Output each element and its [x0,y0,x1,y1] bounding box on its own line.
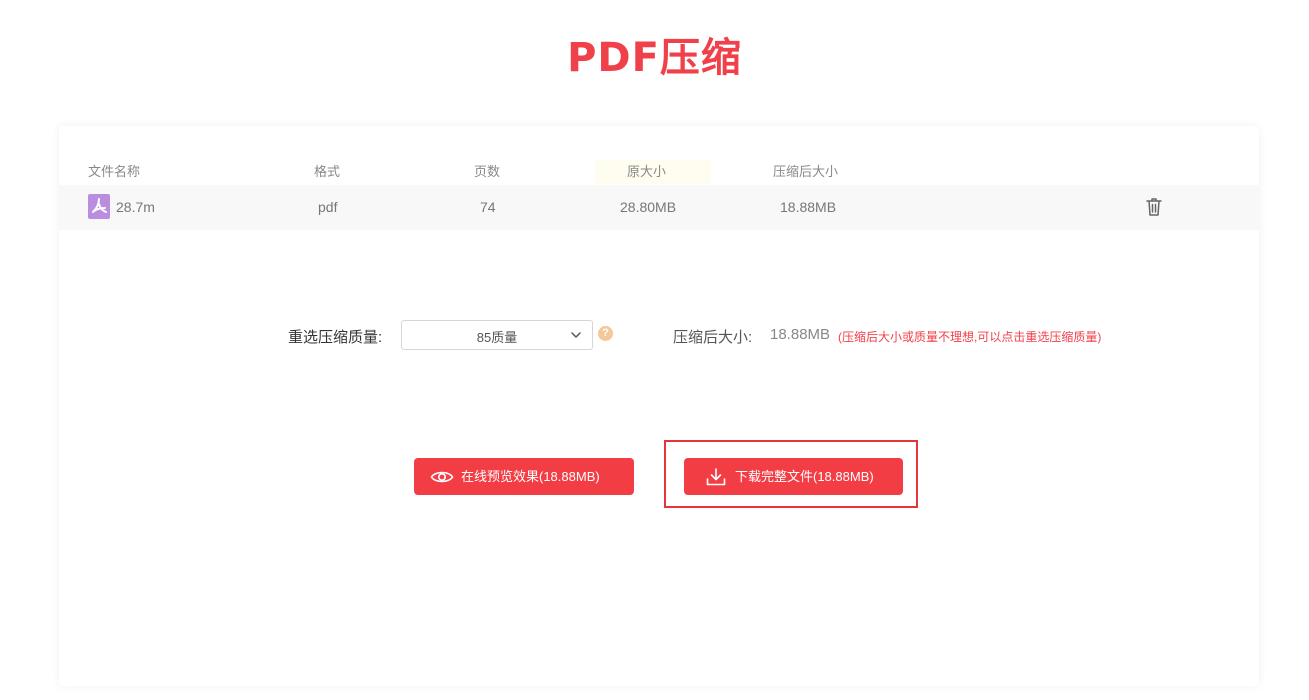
compressed-size-cell: 18.88MB [780,199,837,215]
download-highlight-box [664,440,918,508]
chevron-down-icon [571,332,581,338]
pdf-file-icon [88,194,110,219]
pages-cell: 74 [480,199,496,215]
header-file-name: 文件名称 [88,164,141,179]
file-card: 文件名称 格式 页数 原大小 压缩后大小 28.7m pdf 74 28.80M… [59,126,1259,686]
page: PDF压缩 文件名称 格式 页数 原大小 压缩后大小 28.7m pdf 74 … [0,0,1309,700]
file-name-cell: 28.7m [116,199,155,215]
quality-row: 重选压缩质量: 85质量 ? 压缩后大小: 18.88MB (压缩后大小或质量不… [59,320,1259,352]
quality-select[interactable]: 85质量 [401,320,593,350]
header-format: 格式 [314,164,341,179]
eye-icon [430,471,454,483]
header-pages: 页数 [474,164,501,179]
quality-select-value: 85质量 [476,330,518,345]
table-header: 文件名称 格式 页数 原大小 压缩后大小 [59,160,1259,184]
header-compressed-size: 压缩后大小 [773,164,839,179]
quality-hint: (压缩后大小或质量不理想,可以点击重选压缩质量) [838,330,1102,344]
header-original-size: 原大小 [627,164,667,179]
page-title: PDF压缩 [567,35,742,81]
table-row: 28.7m pdf 74 28.80MB 18.88MB [59,185,1259,230]
format-cell: pdf [318,199,338,215]
question-circle-icon[interactable]: ? [598,326,613,341]
compressed-size-label: 压缩后大小: [673,329,753,346]
preview-button-label: 在线预览效果(18.88MB) [461,469,600,484]
preview-button[interactable]: 在线预览效果(18.88MB) [414,458,634,495]
quality-label: 重选压缩质量: [288,329,383,346]
trash-icon[interactable] [1144,196,1164,218]
original-size-cell: 28.80MB [620,199,677,215]
compressed-size-value: 18.88MB [770,326,831,343]
